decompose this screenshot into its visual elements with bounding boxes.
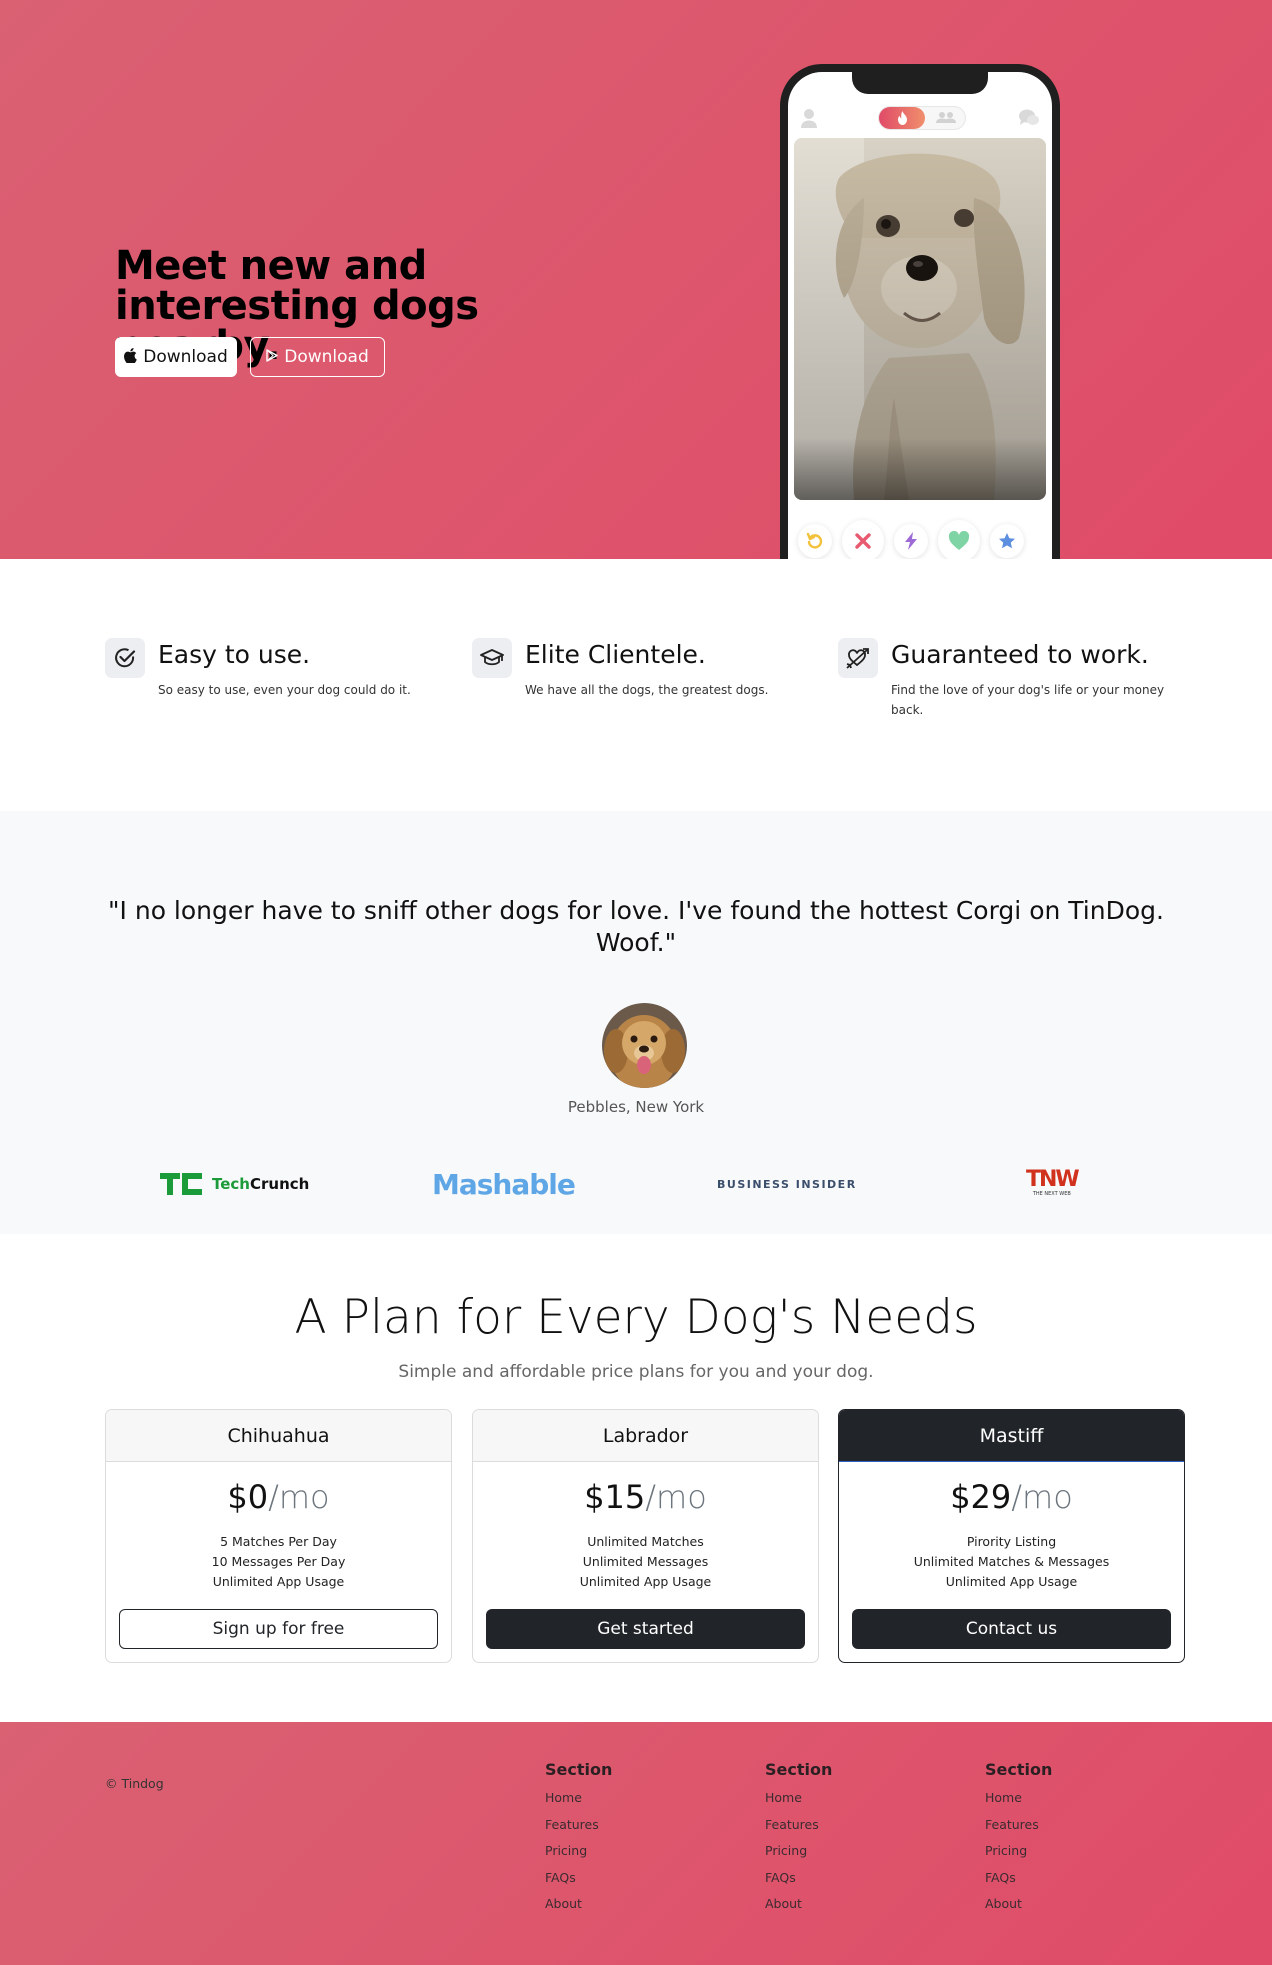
mode-toggle[interactable] xyxy=(878,106,966,130)
plan-feature: 5 Matches Per Day xyxy=(220,1534,337,1549)
tnw-subtext: THE NEXT WEB xyxy=(1032,1191,1071,1197)
plan-feature: 10 Messages Per Day xyxy=(211,1554,346,1569)
copyright: © Tindog xyxy=(105,1776,164,1791)
dog-photo xyxy=(794,138,1046,500)
tnw-text: TNW xyxy=(1026,1167,1080,1192)
footer-link-home[interactable]: Home xyxy=(985,1785,1052,1812)
footer-column: Section Home Features Pricing FAQs About xyxy=(765,1760,832,1918)
footer-link-pricing[interactable]: Pricing xyxy=(765,1838,832,1865)
plan-name: Labrador xyxy=(473,1410,818,1462)
mashable-text: Mashable xyxy=(432,1167,576,1201)
avatar xyxy=(602,1003,687,1088)
get-started-button[interactable]: Get started xyxy=(486,1609,805,1649)
phone-mockup xyxy=(780,64,1060,559)
plan-card-mastiff: Mastiff $29/mo Pirority Listing Unlimite… xyxy=(838,1409,1185,1663)
plan-price: $0/mo xyxy=(227,1478,330,1516)
contact-us-button[interactable]: Contact us xyxy=(852,1609,1171,1649)
play-download-label: Download xyxy=(284,347,369,367)
apple-download-label: Download xyxy=(143,347,228,367)
group-icon xyxy=(935,111,957,126)
footer-link-faqs[interactable]: FAQs xyxy=(985,1865,1052,1892)
app-top-bar xyxy=(788,106,1052,132)
features-section: Easy to use. So easy to use, even your d… xyxy=(0,559,1272,811)
feature-title: Elite Clientele. xyxy=(525,640,706,669)
tnw-logo: TNW THE NEXT WEB xyxy=(1026,1166,1080,1202)
footer-column: Section Home Features Pricing FAQs About xyxy=(545,1760,612,1918)
pricing-subtitle: Simple and affordable price plans for yo… xyxy=(398,1362,874,1382)
business-insider-text: BUSINESS INSIDER xyxy=(717,1177,857,1191)
phone-notch xyxy=(852,72,988,94)
plan-features: Unlimited Matches Unlimited Messages Unl… xyxy=(473,1532,818,1592)
footer-link-about[interactable]: About xyxy=(545,1891,612,1918)
pricing-title: A Plan for Every Dog's Needs xyxy=(294,1290,978,1345)
swipe-actions xyxy=(788,518,1052,559)
feature-desc: Find the love of your dog's life or your… xyxy=(891,683,1165,717)
plan-price: $29/mo xyxy=(950,1478,1073,1516)
pricing-section: A Plan for Every Dog's Needs Simple and … xyxy=(0,1234,1272,1722)
plan-feature: Unlimited App Usage xyxy=(579,1574,712,1589)
footer-heading: Section xyxy=(545,1760,613,1779)
footer-link-features[interactable]: Features xyxy=(545,1812,612,1839)
feature-desc: So easy to use, even your dog could do i… xyxy=(158,683,411,697)
footer-link-faqs[interactable]: FAQs xyxy=(545,1865,612,1892)
plan-feature: Pirority Listing xyxy=(966,1534,1057,1549)
footer-heading: Section xyxy=(985,1760,1053,1779)
footer-link-features[interactable]: Features xyxy=(765,1812,832,1839)
plan-card-chihuahua: Chihuahua $0/mo 5 Matches Per Day 10 Mes… xyxy=(105,1409,452,1663)
hero-section: Meet new and interesting dogs nearby. Do… xyxy=(0,0,1272,559)
feature-title: Guaranteed to work. xyxy=(891,640,1149,669)
feature-title: Easy to use. xyxy=(158,640,311,669)
mashable-logo: Mashable xyxy=(432,1166,576,1202)
plan-name: Chihuahua xyxy=(106,1410,451,1462)
footer-link-home[interactable]: Home xyxy=(545,1785,612,1812)
plan-feature: Unlimited App Usage xyxy=(212,1574,345,1589)
footer-link-faqs[interactable]: FAQs xyxy=(765,1865,832,1892)
flame-icon xyxy=(879,107,925,129)
like-icon[interactable] xyxy=(938,520,980,559)
profile-icon xyxy=(800,108,818,128)
footer-link-about[interactable]: About xyxy=(765,1891,832,1918)
heart-arrow-icon xyxy=(838,638,878,678)
play-store-icon xyxy=(266,348,278,366)
rewind-icon[interactable] xyxy=(798,524,832,558)
apple-icon xyxy=(124,347,138,367)
plan-card-labrador: Labrador $15/mo Unlimited Matches Unlimi… xyxy=(472,1409,819,1663)
footer-link-pricing[interactable]: Pricing xyxy=(545,1838,612,1865)
super-like-icon[interactable] xyxy=(990,524,1024,558)
footer-link-pricing[interactable]: Pricing xyxy=(985,1838,1052,1865)
plan-feature: Unlimited Messages xyxy=(582,1554,709,1569)
plan-feature: Unlimited Matches xyxy=(587,1534,704,1549)
footer: © Tindog Section Home Features Pricing F… xyxy=(0,1722,1272,1965)
plan-features: Pirority Listing Unlimited Matches & Mes… xyxy=(839,1532,1184,1592)
techcrunch-tech: Tech xyxy=(212,1175,250,1193)
footer-link-home[interactable]: Home xyxy=(765,1785,832,1812)
nope-icon[interactable] xyxy=(842,520,884,559)
testimonial-author: Pebbles, New York xyxy=(567,1098,705,1116)
play-download-button[interactable]: Download xyxy=(250,337,385,377)
plan-feature: Unlimited App Usage xyxy=(945,1574,1078,1589)
footer-column: Section Home Features Pricing FAQs About xyxy=(985,1760,1052,1918)
phone-screen xyxy=(788,72,1052,559)
techcrunch-crunch: Crunch xyxy=(249,1175,310,1193)
check-circle-icon xyxy=(105,638,145,678)
plan-price: $15/mo xyxy=(584,1478,707,1516)
plan-features: 5 Matches Per Day 10 Messages Per Day Un… xyxy=(106,1532,451,1592)
graduation-cap-icon xyxy=(472,638,512,678)
feature-desc: We have all the dogs, the greatest dogs. xyxy=(525,683,769,697)
footer-link-about[interactable]: About xyxy=(985,1891,1052,1918)
business-insider-logo: BUSINESS INSIDER xyxy=(717,1166,857,1202)
footer-heading: Section xyxy=(765,1760,833,1779)
plan-name: Mastiff xyxy=(839,1410,1184,1462)
chat-icon xyxy=(1018,108,1040,128)
boost-icon[interactable] xyxy=(894,524,928,558)
plan-feature: Unlimited Matches & Messages xyxy=(913,1554,1110,1569)
sign-up-button[interactable]: Sign up for free xyxy=(119,1609,438,1649)
footer-link-features[interactable]: Features xyxy=(985,1812,1052,1839)
apple-download-button[interactable]: Download xyxy=(115,337,237,377)
techcrunch-logo: Tech Crunch xyxy=(160,1166,309,1202)
testimonial-section: "I no longer have to sniff other dogs fo… xyxy=(0,811,1272,1234)
testimonial-quote: "I no longer have to sniff other dogs fo… xyxy=(108,896,1164,957)
